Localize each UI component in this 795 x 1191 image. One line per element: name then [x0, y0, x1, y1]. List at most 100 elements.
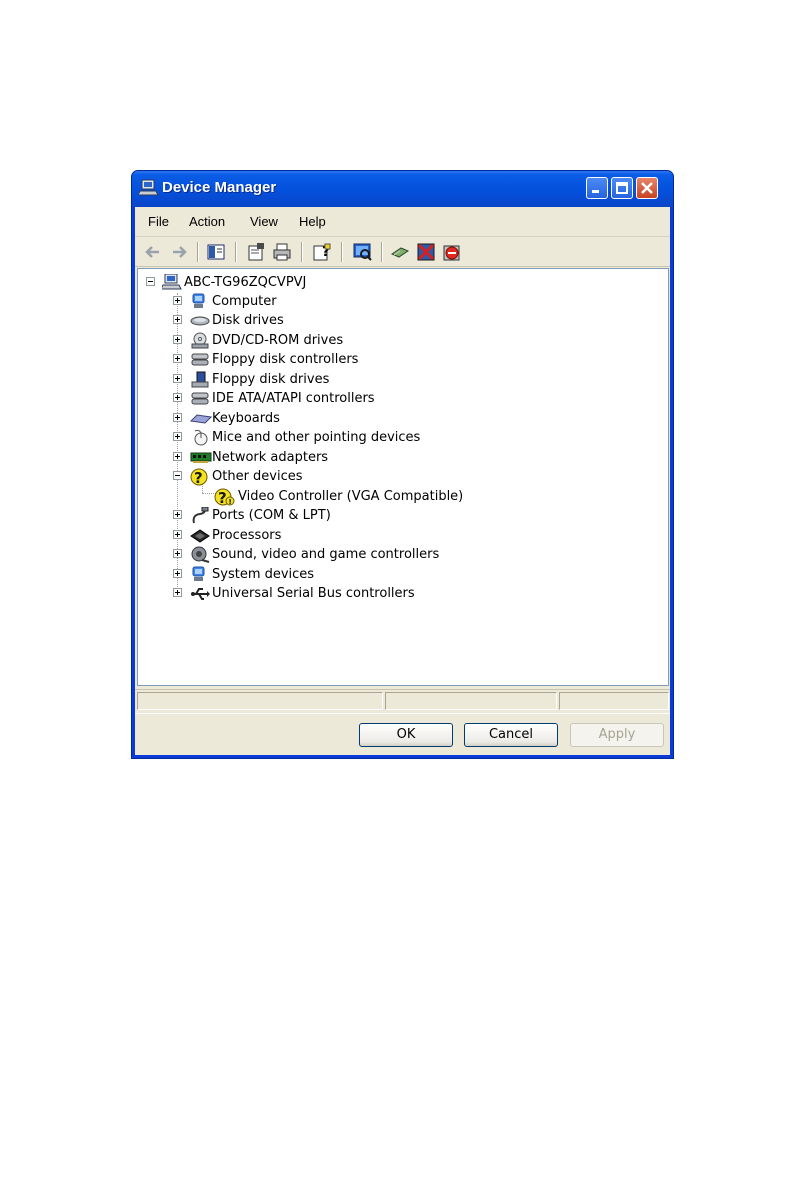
expand-toggle[interactable]	[173, 413, 182, 422]
expand-toggle[interactable]	[173, 432, 182, 441]
cancel-button[interactable]: Cancel	[464, 723, 558, 747]
tree-item-keyboards[interactable]: Keyboards	[138, 409, 658, 427]
tree-item-label: Disk drives	[212, 313, 284, 328]
update-driver-icon[interactable]	[389, 241, 411, 263]
status-pane	[385, 692, 557, 710]
tree-item-network-adapters[interactable]: Network adapters	[138, 448, 658, 466]
back-arrow-icon[interactable]	[142, 241, 164, 263]
system-device-icon	[192, 566, 205, 581]
dvd-drive-icon	[191, 332, 209, 349]
tree-item-label: Computer	[212, 294, 277, 309]
tree-item-disk-drives[interactable]: Disk drives	[138, 311, 658, 329]
floppy-drive-icon	[191, 371, 209, 388]
expand-toggle[interactable]	[173, 588, 182, 597]
svg-text:?: ?	[218, 489, 227, 506]
mouse-icon	[194, 429, 208, 446]
svg-text:!: !	[229, 498, 232, 506]
minimize-button[interactable]	[586, 177, 608, 199]
tree-item-sound-video-and-game-controllers[interactable]: Sound, video and game controllers	[138, 545, 658, 563]
expand-toggle[interactable]	[173, 354, 182, 363]
print-icon[interactable]	[271, 241, 293, 263]
help-icon[interactable]: ?	[311, 241, 333, 263]
show-hide-tree-icon[interactable]	[205, 241, 227, 263]
expand-toggle[interactable]	[173, 549, 182, 558]
collapse-toggle[interactable]	[173, 471, 182, 480]
properties-icon[interactable]	[245, 241, 267, 263]
sound-icon	[191, 546, 210, 563]
title-bar[interactable]: Device Manager	[132, 171, 673, 207]
expand-toggle[interactable]	[173, 393, 182, 402]
tree-item-other-devices[interactable]: ? Other devices	[138, 467, 658, 486]
tree-item-ide-ata-atapi-controllers[interactable]: IDE ATA/ATAPI controllers	[138, 389, 658, 407]
expand-toggle[interactable]	[173, 452, 182, 461]
expand-toggle[interactable]	[173, 315, 182, 324]
tree-item-video-controller[interactable]: ?! Video Controller (VGA Compatible)	[138, 487, 658, 506]
tree-root[interactable]: ABC-TG96ZQCVPVJ	[138, 273, 658, 291]
device-tree[interactable]: ABC-TG96ZQCVPVJ Computer Disk drives DVD…	[137, 268, 669, 686]
close-button[interactable]	[636, 177, 658, 199]
expand-toggle[interactable]	[173, 335, 182, 344]
processor-icon	[190, 529, 210, 543]
expand-toggle[interactable]	[173, 569, 182, 578]
port-icon	[192, 507, 209, 524]
tree-item-label: Other devices	[212, 469, 303, 484]
tree-item-dvd-cd-rom-drives[interactable]: DVD/CD-ROM drives	[138, 331, 658, 349]
expand-toggle[interactable]	[173, 374, 182, 383]
uninstall-device-icon[interactable]	[441, 241, 463, 263]
tree-item-label: Network adapters	[212, 450, 329, 465]
computer-icon	[192, 293, 205, 308]
toolbar-separator	[235, 242, 237, 262]
tree-item-processors[interactable]: Processors	[138, 526, 658, 544]
keyboard-icon	[190, 414, 212, 424]
tree-item-floppy-disk-drives[interactable]: Floppy disk drives	[138, 370, 658, 388]
tree-item-computer[interactable]: Computer	[138, 292, 658, 310]
tree-item-mice-and-other-pointing-devices[interactable]: Mice and other pointing devices	[138, 428, 658, 446]
device-manager-icon	[139, 179, 159, 196]
tree-item-label: Sound, video and game controllers	[212, 547, 440, 562]
menu-file[interactable]: File	[148, 214, 169, 229]
tree-item-label: DVD/CD-ROM drives	[212, 333, 344, 348]
tree-item-label: Floppy disk drives	[212, 372, 330, 387]
ok-button[interactable]: OK	[359, 723, 453, 747]
status-pane	[137, 692, 383, 710]
tree-item-universal-serial-bus-controllers[interactable]: Universal Serial Bus controllers	[138, 584, 658, 602]
ide-controller-icon	[191, 392, 209, 405]
tree-item-label: IDE ATA/ATAPI controllers	[212, 391, 375, 406]
toolbar-separator	[301, 242, 303, 262]
tree-item-system-devices[interactable]: System devices	[138, 565, 658, 583]
tree-item-label: System devices	[212, 567, 315, 582]
disk-drive-icon	[190, 316, 210, 326]
svg-text:?: ?	[194, 469, 203, 486]
tree-item-label: Floppy disk controllers	[212, 352, 359, 367]
minimize-icon	[592, 190, 599, 193]
disable-device-icon[interactable]	[415, 241, 437, 263]
computer-root-icon	[162, 274, 182, 290]
menu-bar: File Action View Help	[135, 207, 670, 237]
toolbar-separator	[341, 242, 343, 262]
tree-item-floppy-disk-controllers[interactable]: Floppy disk controllers	[138, 350, 658, 368]
maximize-button[interactable]	[611, 177, 633, 199]
window-title: Device Manager	[162, 179, 277, 196]
dialog-button-bar: OK Cancel Apply	[135, 713, 670, 755]
device-manager-window: Device Manager File Action View Help ? A…	[131, 170, 674, 759]
expand-toggle[interactable]	[173, 510, 182, 519]
collapse-toggle[interactable]	[146, 277, 155, 286]
close-icon	[641, 182, 653, 194]
scan-hardware-icon[interactable]	[351, 241, 373, 263]
apply-button[interactable]: Apply	[570, 723, 664, 747]
menu-view[interactable]: View	[250, 214, 278, 229]
tree-root-label: ABC-TG96ZQCVPVJ	[184, 275, 307, 290]
menu-help[interactable]: Help	[299, 214, 326, 229]
status-pane	[559, 692, 669, 710]
expand-toggle[interactable]	[173, 530, 182, 539]
tree-item-label: Keyboards	[212, 411, 280, 426]
maximize-icon	[616, 182, 628, 194]
usb-icon	[191, 588, 210, 600]
toolbar-separator	[381, 242, 383, 262]
expand-toggle[interactable]	[173, 296, 182, 305]
tree-item-label: Processors	[212, 528, 282, 543]
forward-arrow-icon[interactable]	[168, 241, 190, 263]
menu-action[interactable]: Action	[189, 214, 225, 229]
tree-item-label: Video Controller (VGA Compatible)	[238, 489, 464, 504]
tree-item-ports-com-lpt[interactable]: Ports (COM & LPT)	[138, 506, 658, 524]
